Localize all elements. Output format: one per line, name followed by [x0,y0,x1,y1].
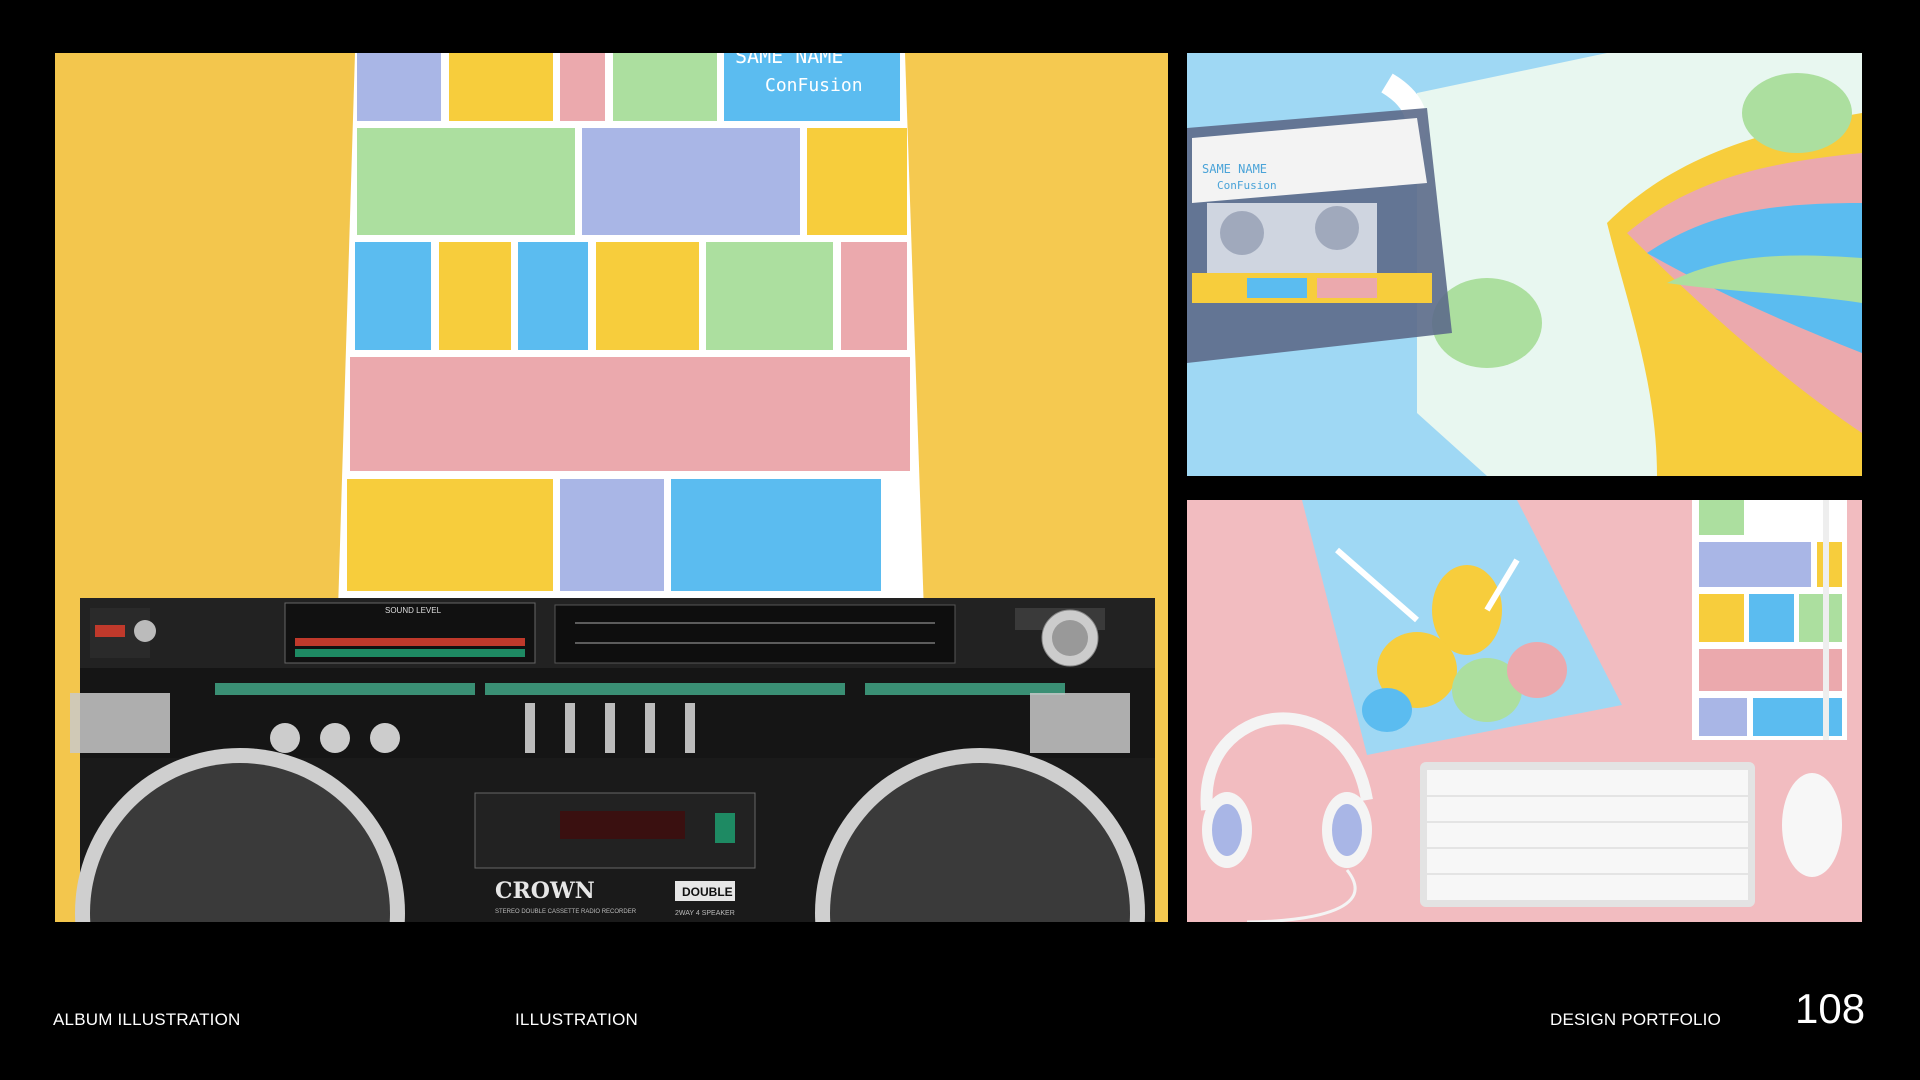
desk-flatlay-photo [1187,500,1862,922]
brand-label: CROWN [495,878,595,904]
sound-level-label: SOUND LEVEL [385,606,442,615]
page-number: 108 [1795,985,1866,1032]
boombox: SOUND LEVEL CROWN STEREO DOUBLE CASSETTE… [70,598,1155,922]
sub-label: STEREO DOUBLE CASSETTE RADIO RECORDER [495,909,637,915]
power-knob [134,620,156,642]
cassette-illustration-photo: SAME NAME ConFusion [1187,53,1862,476]
speaker-label: 2WAY 4 SPEAKER [675,910,735,917]
double-badge: DOUBLE [682,885,733,899]
album-poster-boombox-photo: SAME NAME ConFusion SOUND LEVEL CROWN ST… [55,53,1168,922]
cassette-title-line2: ConFusion [1217,179,1277,192]
keyboard [1420,762,1755,907]
mouse [1782,773,1842,877]
album-notebook [1692,500,1847,740]
cassette-tape: SAME NAME ConFusion [1187,108,1452,363]
cassette-rainbow-illustration: SAME NAME ConFusion [1187,53,1862,476]
footer-section-label: ALBUM ILLUSTRATION [53,1010,241,1029]
cassette-title-line1: SAME NAME [1202,162,1267,176]
footer-portfolio-label: DESIGN PORTFOLIO [1550,1010,1722,1029]
album-title-line1: SAME NAME [735,53,843,68]
album-title-line2: ConFusion [765,75,863,96]
desk-flatlay-illustration [1187,500,1862,922]
poster-boombox-illustration: SAME NAME ConFusion SOUND LEVEL CROWN ST… [55,53,1168,922]
album-poster: SAME NAME ConFusion [337,53,925,643]
footer-category-label: ILLUSTRATION [515,1010,638,1029]
